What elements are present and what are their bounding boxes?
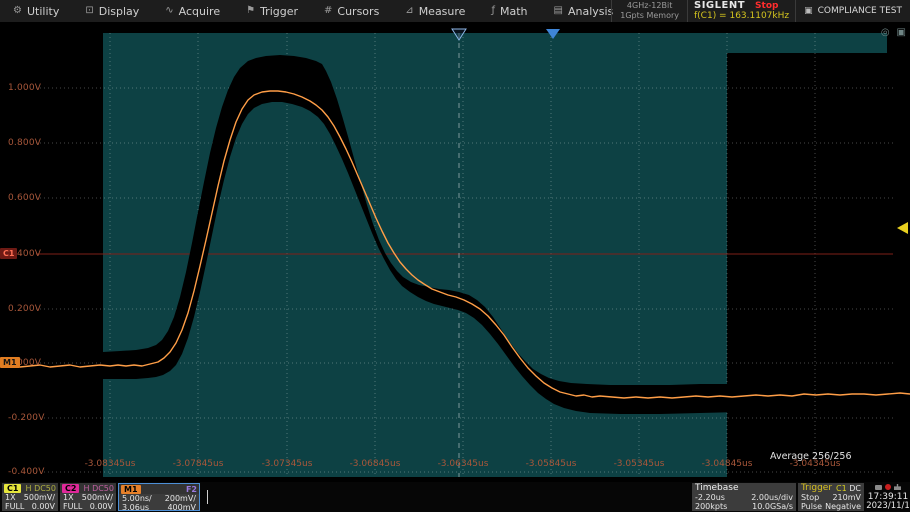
menu-items: ⚙Utility ⊡Display ∿Acquire ⚑Trigger #Cur… <box>0 0 626 22</box>
timebase-samplerate: 10.0GSa/s <box>752 502 793 511</box>
x-axis-label: -3.07345us <box>255 459 319 469</box>
channel-c1-box[interactable]: C1 H DC50 1X 500mV/ FULL 0.00V <box>2 483 58 511</box>
c1-chip: C1 <box>4 484 21 493</box>
c2-coupling: DC50 <box>92 484 114 493</box>
m1-tdiv: 5.00ns/ <box>122 494 152 503</box>
x-axis-label: -3.06345us <box>431 459 495 469</box>
cursors-icon: # <box>324 6 332 16</box>
channel-c2-box[interactable]: C2 H DC50 1X 500mV/ FULL 0.00V <box>60 483 116 511</box>
brand-block: SIGLENT Stop f(C1) = 163.1107kHz <box>687 0 795 22</box>
oscilloscope-ui: { "menu": { "items": [ {"icon_char":"⚙",… <box>0 0 910 512</box>
lan-icon <box>894 484 901 490</box>
timebase-points: 200kpts <box>695 502 727 511</box>
c2-probe: 1X <box>63 493 74 502</box>
y-axis-label: 1.000V <box>8 83 52 93</box>
trigger-level: 210mV <box>832 493 861 502</box>
x-axis-label: -3.05845us <box>519 459 583 469</box>
m1-position-marker[interactable]: M1 <box>0 357 20 368</box>
compliance-test-button[interactable]: ▣ COMPLIANCE TEST <box>795 0 910 22</box>
trigger-title: Trigger <box>801 483 832 493</box>
trigger-level-marker[interactable] <box>897 222 908 234</box>
menu-item-trigger[interactable]: ⚑Trigger <box>233 0 311 22</box>
bw-limit-icon: H <box>26 484 32 493</box>
x-axis-label: -3.07845us <box>166 459 230 469</box>
flag-icon: ⚑ <box>246 6 255 16</box>
waveform-icon: ∿ <box>165 6 173 16</box>
header-right: 4GHz-12Bit 1Gpts Memory SIGLENT Stop f(C… <box>611 0 910 22</box>
waveform-canvas <box>0 22 910 482</box>
timebase-title: Timebase <box>692 483 796 493</box>
trigger-type: Pulse <box>801 502 822 511</box>
c1-bandwidth: FULL <box>5 502 24 511</box>
m1-delay: 3.06us <box>122 503 149 512</box>
trigger-slope: Negative <box>825 502 861 511</box>
y-axis-label: 0.800V <box>8 138 52 148</box>
x-axis-label: -3.04845us <box>695 459 759 469</box>
brand-logo: SIGLENT <box>694 1 745 11</box>
x-axis-label: -3.08345us <box>78 459 142 469</box>
clock-panel: 17:39:11 2023/11/1 <box>866 483 910 511</box>
c2-offset: 0.00V <box>90 502 113 511</box>
timebase-scale: 2.00us/div <box>751 493 793 502</box>
scope-display: 1.000V 0.800V 0.600V 0.400V 0.200V 0.000… <box>0 22 910 482</box>
y-axis-label: -0.400V <box>8 467 52 477</box>
c1-coupling: DC50 <box>34 484 56 493</box>
trigger-coupling: DC <box>849 484 861 493</box>
clock-date: 2023/11/1 <box>866 502 910 511</box>
screenshot-icon[interactable]: ▣ <box>897 27 906 39</box>
c1-position-marker[interactable]: C1 <box>0 248 17 259</box>
menu-item-measure[interactable]: ⊿Measure <box>392 0 478 22</box>
usb-icon <box>875 485 882 490</box>
menu-item-utility[interactable]: ⚙Utility <box>0 0 72 22</box>
analysis-icon: ▤ <box>554 6 563 16</box>
gear-icon: ⚙ <box>13 6 22 16</box>
menu-item-acquire[interactable]: ∿Acquire <box>152 0 233 22</box>
c1-probe: 1X <box>5 493 16 502</box>
trigger-source: C1 <box>836 484 847 493</box>
average-status: Average 256/256 <box>770 451 852 462</box>
status-bar: C1 H DC50 1X 500mV/ FULL 0.00V C2 H DC50 1… <box>0 482 910 512</box>
frequency-counter: f(C1) = 163.1107kHz <box>694 11 789 22</box>
timebase-delay: -2.20us <box>695 493 725 502</box>
m1-offset: 400mV <box>167 503 196 512</box>
memory-m1-box[interactable]: M1 F2 5.00ns/200mV/ 3.06us 400mV <box>118 483 200 511</box>
menu-item-cursors[interactable]: #Cursors <box>311 0 392 22</box>
f2-label: F2 <box>186 485 197 494</box>
math-icon: ƒ <box>491 6 495 16</box>
run-state-badge: Stop <box>755 1 778 11</box>
c2-chip: C2 <box>62 484 79 493</box>
c2-scale: 500mV/ <box>82 493 113 502</box>
grid-corner-icons: ◎ ▣ <box>881 27 906 39</box>
record-status-icon <box>885 484 891 490</box>
measure-icon: ⊿ <box>405 6 413 16</box>
m1-chip: M1 <box>121 485 141 494</box>
record-icon[interactable]: ◎ <box>881 27 890 39</box>
c1-offset: 0.00V <box>32 502 55 511</box>
scope-specs: 4GHz-12Bit 1Gpts Memory <box>611 0 687 22</box>
menu-item-math[interactable]: ƒMath <box>478 0 540 22</box>
y-axis-label: -0.200V <box>8 413 52 423</box>
status-icons <box>866 484 910 492</box>
menu-bar: ⚙Utility ⊡Display ∿Acquire ⚑Trigger #Cur… <box>0 0 910 23</box>
bw-limit-icon: H <box>84 484 90 493</box>
y-axis-label: 0.200V <box>8 304 52 314</box>
display-icon: ⊡ <box>85 6 93 16</box>
trigger-box[interactable]: Trigger C1 DC Stop 210mV PulseNegative <box>798 483 864 511</box>
m1-vdiv: 200mV/ <box>165 494 196 503</box>
trigger-state: Stop <box>801 493 819 502</box>
clipboard-icon: ▣ <box>804 6 813 16</box>
c1-scale: 500mV/ <box>24 493 55 502</box>
menu-item-display[interactable]: ⊡Display <box>72 0 152 22</box>
x-axis-label: -3.06845us <box>343 459 407 469</box>
y-axis-label: 0.600V <box>8 193 52 203</box>
c2-bandwidth: FULL <box>63 502 82 511</box>
cursor-divider <box>207 490 208 504</box>
timebase-box[interactable]: Timebase -2.20us 2.00us/div 200kpts 10.0GS… <box>692 483 796 511</box>
x-axis-label: -3.05345us <box>607 459 671 469</box>
